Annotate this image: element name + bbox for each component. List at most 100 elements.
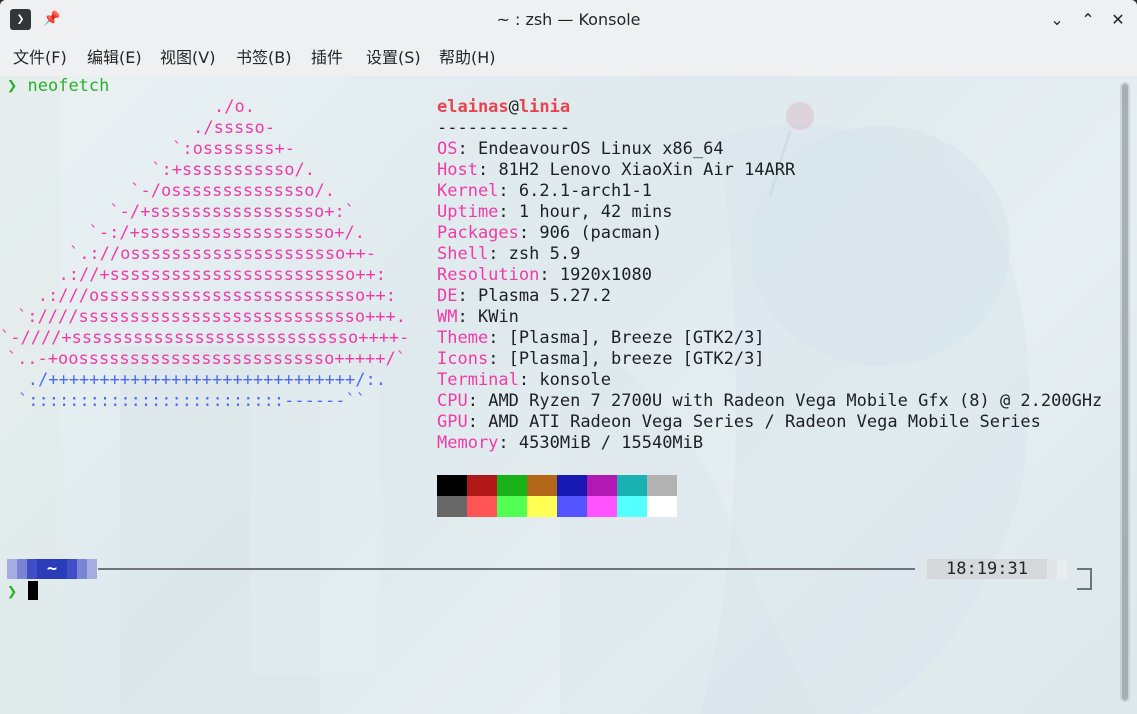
logo-line: .:///ossssssssssssssssssssssssso++: <box>0 286 396 307</box>
color-swatch <box>527 496 557 517</box>
info-value: AMD Ryzen 7 2700U with Radeon Vega Mobil… <box>488 391 1103 411</box>
info-value: 81H2 Lenovo XiaoXin Air 14ARR <box>498 160 796 180</box>
chevron-down-icon: ⌄ <box>1050 10 1064 29</box>
info-value: konsole <box>539 370 612 390</box>
info-colon: : <box>477 160 499 180</box>
info-label: Memory <box>437 433 499 453</box>
info-label: Theme <box>437 328 489 348</box>
menu-help[interactable]: 帮助(H) <box>439 40 496 76</box>
konsole-window: ❯ 📌 ~ : zsh — Konsole ⌄ ⌃ ✕ 文件(F) 编辑(E) … <box>0 0 1137 714</box>
logo-line: .://+ssssssssssssssssssssssso++: <box>0 265 386 286</box>
info-row-memory: Memory: 4530MiB / 15540MiB <box>437 433 703 454</box>
logo-text-pink: .://+ssssssssssssssssssssssso++: <box>58 265 386 285</box>
info-row-theme: Theme: [Plasma], Breeze [GTK2/3] <box>437 328 765 349</box>
logo-text-pink: .:///ossssssssssssssssssssssssso++: <box>37 286 396 306</box>
info-colon: : <box>457 307 478 327</box>
logo-text-pink: `-:/+sssssssssssssssssso+/. <box>88 223 365 243</box>
scrollbar-thumb[interactable] <box>1122 84 1128 700</box>
logo-line: `:+sssssssssso/. <box>0 160 315 181</box>
logo-text-pink: `:+sssssssssso/. <box>151 160 315 180</box>
logo-text-pink: `-/ossssssssssssso/. <box>130 181 335 201</box>
info-row-kernel: Kernel: 6.2.1-arch1-1 <box>437 181 652 202</box>
menu-settings[interactable]: 设置(S) <box>366 40 421 76</box>
info-colon: : <box>518 223 540 243</box>
terminal-area[interactable]: ❯ neofetch ./o. ./sssso- `:osssssss+- `:+ss… <box>0 76 1137 714</box>
logo-line: `..-+oosssssssssssssssssssssssso+++++/` <box>0 349 406 370</box>
info-row-cpu: CPU: AMD Ryzen 7 2700U with Radeon Vega … <box>437 391 1102 412</box>
logo-text-pink: ./sssso- <box>193 118 275 138</box>
menu-bar: 文件(F) 编辑(E) 视图(V) 书签(B) 插件 设置(S) 帮助(H) <box>0 40 1137 76</box>
close-button[interactable]: ✕ <box>1107 9 1129 31</box>
username: elainas <box>437 97 509 117</box>
info-row-resolution: Resolution: 1920x1080 <box>437 265 652 286</box>
info-label: WM <box>437 307 458 327</box>
info-row-os: OS: EndeavourOS Linux x86_64 <box>437 139 724 160</box>
info-label: Icons <box>437 349 489 369</box>
info-label: Host <box>437 160 478 180</box>
logo-line: ./++++++++++++++++++++++++++++++/:. <box>0 370 386 391</box>
logo-line: ./sssso- <box>0 118 275 139</box>
terminal-icon[interactable]: ❯ <box>10 9 31 30</box>
color-swatch <box>647 475 677 496</box>
clock: 18:19:31 <box>946 559 1028 579</box>
color-swatch <box>437 496 467 517</box>
input-line[interactable]: ❯ <box>7 581 38 602</box>
menu-view[interactable]: 视图(V) <box>160 40 215 76</box>
menu-bookmarks[interactable]: 书签(B) <box>236 40 291 76</box>
info-colon: : <box>467 391 489 411</box>
close-icon: ✕ <box>1111 10 1125 29</box>
info-label: Shell <box>437 244 489 264</box>
color-swatch <box>557 475 587 496</box>
menu-plugins[interactable]: 插件 <box>311 40 343 76</box>
logo-line: `-////+ssssssssssssssssssssssssssso++++- <box>0 328 409 349</box>
info-value: zsh 5.9 <box>508 244 581 264</box>
info-label: Terminal <box>437 370 519 390</box>
logo-text-pink: `..-+oosssssssssssssssssssssssso+++++/` <box>6 349 406 369</box>
info-value: 1 hour, 42 mins <box>518 202 673 222</box>
command-text: neofetch <box>27 76 110 96</box>
logo-line: `-:/+sssssssssssssssssso+/. <box>0 223 365 244</box>
logo-text-pink: `.://osssssssssssssssssssso++- <box>68 244 376 264</box>
info-value: KWin <box>477 307 519 327</box>
logo-line: `:////ssssssssssssssssssssssssssso+++. <box>0 307 406 328</box>
info-colon: : <box>518 370 540 390</box>
info-row-host: Host: 81H2 Lenovo XiaoXin Air 14ARR <box>437 160 795 181</box>
title-bar[interactable]: ❯ 📌 ~ : zsh — Konsole ⌄ ⌃ ✕ <box>0 0 1137 40</box>
info-colon: : <box>488 244 509 264</box>
info-row-de: DE: Plasma 5.27.2 <box>437 286 611 307</box>
minimize-button[interactable]: ⌄ <box>1046 9 1068 31</box>
info-value: [Plasma], Breeze [GTK2/3] <box>508 328 765 348</box>
color-swatch <box>467 475 497 496</box>
separator-line: ------------- <box>437 118 571 138</box>
info-label: CPU <box>437 391 468 411</box>
info-colon: : <box>488 328 509 348</box>
color-swatch <box>617 496 647 517</box>
user-host-line: elainas@linia <box>437 97 570 118</box>
menu-file[interactable]: 文件(F) <box>13 40 67 76</box>
info-value: EndeavourOS Linux x86_64 <box>477 139 724 159</box>
color-swatch <box>497 475 527 496</box>
info-row-uptime: Uptime: 1 hour, 42 mins <box>437 202 672 223</box>
logo-line: `-/+sssssssssssssssso+:` <box>0 202 355 223</box>
prompt-symbol: ❯ <box>7 76 18 96</box>
hostname: linia <box>518 97 571 117</box>
cursor <box>27 581 38 600</box>
logo-line: `:osssssss+- <box>0 139 295 160</box>
info-row-packages: Packages: 906 (pacman) <box>437 223 662 244</box>
logo-text-pink: `:////ssssssssssssssssssssssssssso+++. <box>17 307 406 327</box>
pin-icon[interactable]: 📌 <box>42 9 62 29</box>
info-label: OS <box>437 139 458 159</box>
chevron-up-icon: ⌃ <box>1081 10 1095 29</box>
color-swatch <box>647 496 677 517</box>
logo-line: `-/ossssssssssssso/. <box>0 181 335 202</box>
info-label: Resolution <box>437 265 540 285</box>
logo-line: `:::::::::::::::::::::::::------`` <box>0 391 366 412</box>
info-label: Uptime <box>437 202 499 222</box>
prompt-symbol-2: ❯ <box>7 582 18 602</box>
current-directory: ~ <box>46 559 58 579</box>
info-value: AMD ATI Radeon Vega Series / Radeon Vega… <box>488 412 1041 432</box>
info-row-icons: Icons: [Plasma], breeze [GTK2/3] <box>437 349 765 370</box>
maximize-button[interactable]: ⌃ <box>1077 9 1099 31</box>
menu-edit[interactable]: 编辑(E) <box>87 40 142 76</box>
at-sign: @ <box>508 97 519 117</box>
